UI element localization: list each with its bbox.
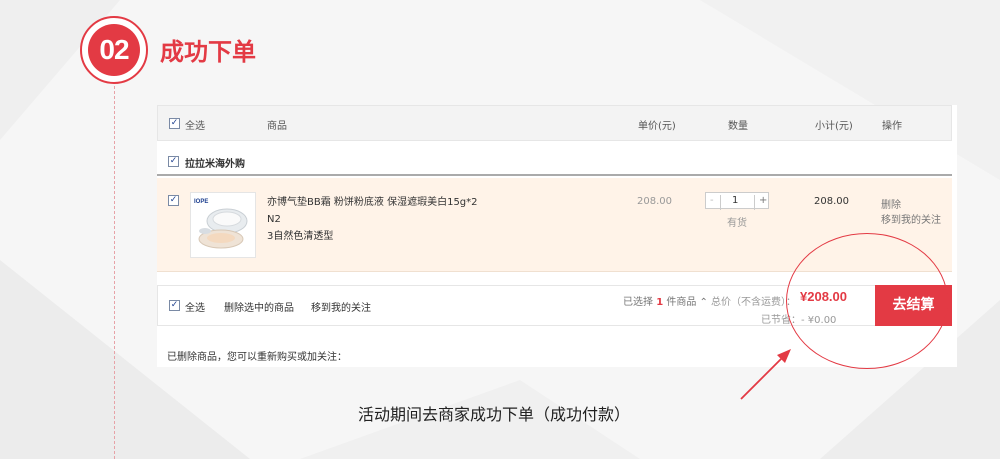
highlight-circle	[786, 233, 948, 369]
item-checkbox[interactable]: ✓	[168, 195, 179, 206]
quantity-stepper: - 1 +	[705, 192, 769, 210]
footer-select-all: 全选	[185, 303, 205, 314]
product-name-link[interactable]: 亦博气垫BB霜 粉饼粉底液 保湿遮瑕美白15g*2 N2 3自然色清透型	[267, 194, 492, 245]
header-actions: 操作	[882, 121, 902, 132]
step-title: 成功下单	[160, 38, 256, 66]
header-subtotal: 小计(元)	[815, 121, 853, 132]
arrow-icon	[740, 349, 791, 400]
unit-price: 208.00	[637, 196, 672, 207]
caption: 活动期间去商家成功下单（成功付款）	[358, 405, 631, 424]
header-unit-price: 单价(元)	[638, 121, 676, 132]
product-name-line2: 3自然色清透型	[267, 231, 334, 242]
product-thumbnail[interactable]: IOPE	[190, 192, 256, 258]
item-subtotal: 208.00	[814, 196, 849, 207]
footer-move-to-favorites-link[interactable]: 移到我的关注	[311, 299, 371, 314]
stock-status: 有货	[727, 218, 747, 229]
total-label: 总价（不含运费）：	[711, 297, 796, 308]
deleted-items-note: 已删除商品，您可以重新购买或加关注：	[167, 352, 347, 363]
selected-count: 1	[656, 297, 664, 308]
step-number: 02	[88, 24, 140, 76]
qty-plus-button[interactable]: +	[759, 195, 767, 206]
timeline-dashed-line	[114, 86, 115, 459]
select-all-checkbox-header[interactable]: ✓	[169, 118, 180, 129]
brand-logo-text: IOPE	[194, 199, 208, 205]
chevron-up-icon: ⌃	[699, 297, 708, 308]
header-select-all: 全选	[185, 121, 205, 132]
qty-minus-button[interactable]: -	[710, 195, 714, 206]
cart-header: ✓ 全选 商品 单价(元) 数量 小计(元) 操作	[157, 105, 952, 141]
cushion-compact-icon: IOPE	[194, 199, 248, 249]
shop-row: ✓ 拉拉米海外购	[157, 150, 952, 176]
delete-selected-link[interactable]: 删除选中的商品	[224, 299, 294, 314]
step-badge: 02	[80, 16, 148, 84]
delete-item-link[interactable]: 删除	[881, 196, 901, 211]
shop-checkbox[interactable]: ✓	[168, 156, 179, 167]
shop-name[interactable]: 拉拉米海外购	[185, 155, 245, 170]
header-quantity: 数量	[728, 121, 748, 132]
select-all-checkbox-footer[interactable]: ✓	[169, 300, 180, 311]
move-to-favorites-link[interactable]: 移到我的关注	[881, 211, 941, 226]
header-product: 商品	[267, 121, 287, 132]
selected-count-info[interactable]: 已选择 1 件商品 ⌃	[623, 293, 708, 308]
product-name-line1: 亦博气垫BB霜 粉饼粉底液 保湿遮瑕美白15g*2 N2	[267, 197, 478, 225]
qty-input[interactable]: 1	[732, 195, 738, 206]
